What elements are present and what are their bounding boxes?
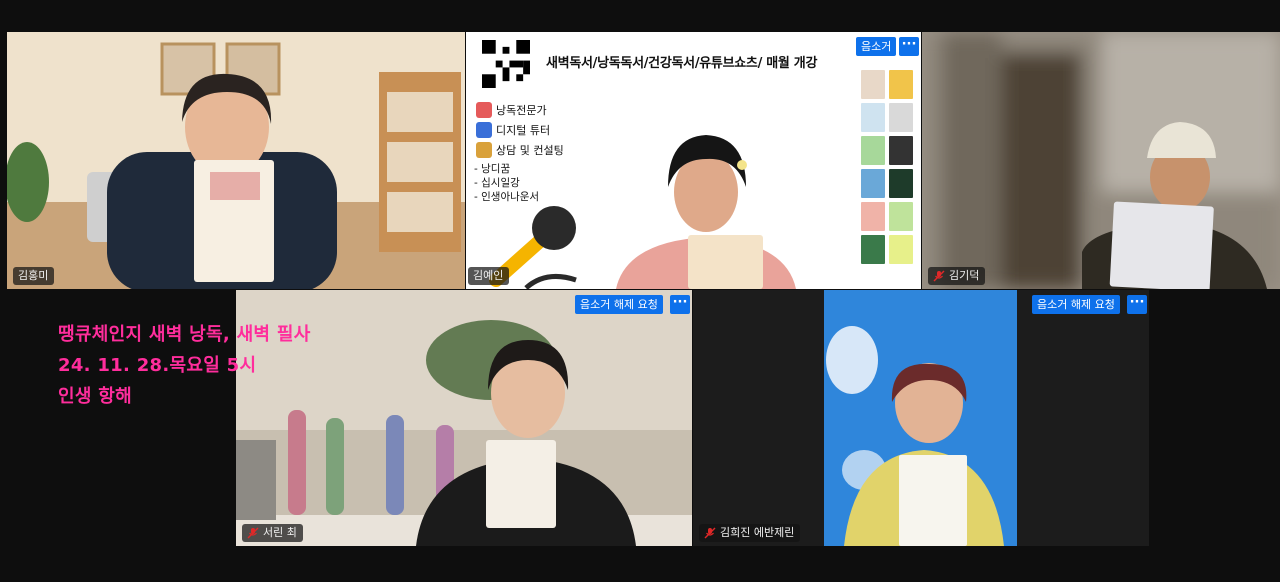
participant-name: 서린 최	[263, 526, 297, 539]
slide-title: 새벽독서/낭독독서/건강독서/유튜브쇼츠/ 매월 개강	[546, 56, 818, 71]
participant-name-tag: 김희진 에반제린	[699, 524, 801, 542]
mute-button[interactable]: 음소거	[856, 37, 897, 56]
video-feed	[922, 32, 1280, 289]
participant-name-tag: 김기덕	[928, 267, 986, 285]
overlay-text-line: 24. 11. 28.목요일 5시	[58, 355, 257, 376]
participant-name-tag: 서린 최	[242, 524, 303, 542]
participant-name: 김희진 에반제린	[720, 526, 795, 539]
video-feed	[824, 290, 1017, 546]
slide-item-label: 상담 및 컨설팅	[496, 144, 564, 157]
video-tile-kim-yein[interactable]: 새벽독서/낭독독서/건강독서/유튜브쇼츠/ 매월 개강 낭독전문가 디지털 튜터…	[466, 32, 921, 289]
participant-name: 김기덕	[949, 269, 980, 282]
video-tile-kim-huijin[interactable]: 음소거 해제 요청 ··· 김희진 에반제린	[693, 290, 1149, 546]
overlay-text-line: 땡큐체인지 새벽 낭독, 새벽 필사	[58, 324, 311, 345]
video-feed	[7, 32, 465, 289]
video-tile-kim-gideok[interactable]: 김기덕	[922, 32, 1280, 289]
participant-name-tag: 김홍미	[13, 267, 55, 285]
overlay-text-line: 인생 항해	[58, 386, 133, 407]
people-icon	[476, 142, 492, 158]
more-options-button[interactable]: ···	[1127, 295, 1147, 314]
participant-name: 김예인	[473, 269, 504, 282]
more-options-button[interactable]: ···	[670, 295, 690, 314]
presenter-video	[616, 135, 796, 289]
qr-code-icon	[482, 40, 530, 88]
participant-name-tag: 김예인	[468, 267, 510, 285]
slide-item-label: 낭독전문가	[496, 104, 547, 117]
slide-item: 상담 및 컨설팅	[476, 142, 564, 158]
microphone-muted-icon	[704, 527, 716, 539]
request-unmute-button[interactable]: 음소거 해제 요청	[1032, 295, 1120, 314]
video-tile-kim-hongmi[interactable]: 김홍미	[7, 32, 465, 289]
slide-item: 낭독전문가	[476, 102, 547, 118]
participant-name: 김홍미	[18, 269, 49, 282]
book-thumbnails	[861, 70, 913, 264]
phone-icon	[476, 122, 492, 138]
slide-item-label: 디지털 튜터	[496, 124, 551, 137]
slide-sub-item: - 십시일강	[474, 177, 520, 189]
person-icon	[476, 102, 492, 118]
more-options-button[interactable]: ···	[899, 37, 919, 56]
slide-sub-item: - 낭디꿈	[474, 163, 511, 175]
slide-item: 디지털 튜터	[476, 122, 550, 138]
microphone-muted-icon	[933, 270, 945, 282]
request-unmute-button[interactable]: 음소거 해제 요청	[575, 295, 663, 314]
microphone-muted-icon	[247, 527, 259, 539]
